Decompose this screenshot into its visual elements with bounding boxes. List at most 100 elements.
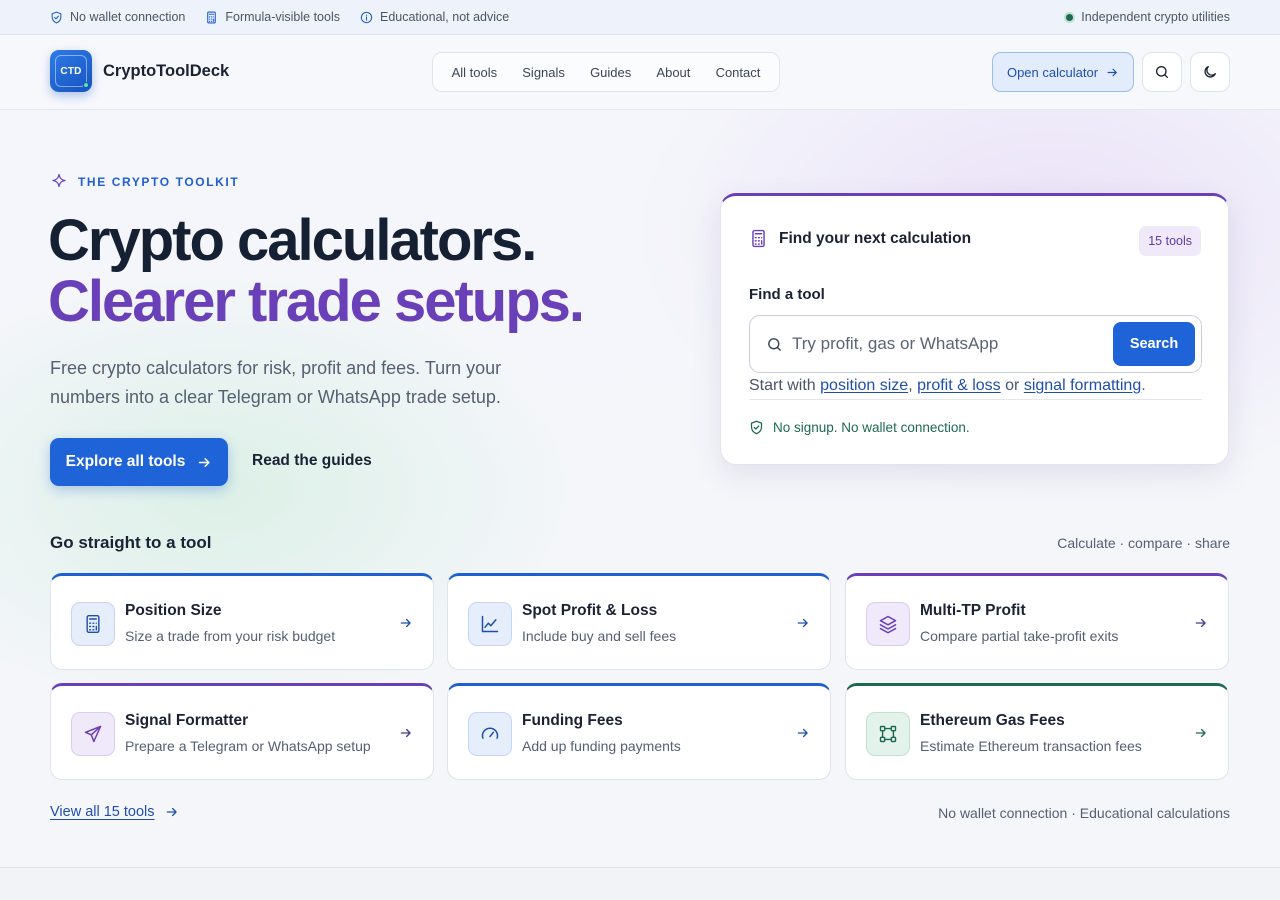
brand-name: CryptoToolDeck — [103, 61, 230, 80]
tool-search-input[interactable] — [792, 328, 1102, 360]
finder-hint: Start with position size, profit & loss … — [749, 375, 1202, 400]
line-chart-icon — [468, 602, 512, 646]
arrow-right-icon — [399, 726, 413, 740]
sparkle-icon — [50, 173, 68, 191]
strip-label: No wallet connection — [70, 10, 186, 24]
top-info-strip: No wallet connection Formula-visible too… — [0, 0, 1280, 35]
tools-section-title: Go straight to a tool — [50, 533, 212, 552]
strip-label: Educational, not advice — [379, 10, 510, 24]
open-calculator-button[interactable]: Open calculator — [992, 52, 1134, 92]
nav-signals[interactable]: Signals — [514, 59, 573, 86]
nav-all-tools[interactable]: All tools — [444, 59, 506, 86]
tool-name: Signal Formatter — [125, 712, 249, 729]
hint-end: . — [1141, 377, 1146, 394]
logo: CTD — [50, 50, 92, 92]
site-header: CTD CryptoToolDeck All tools Signals Gui… — [0, 35, 1280, 110]
shield-check-icon — [749, 420, 764, 435]
search-submit-button[interactable]: Search — [1113, 322, 1195, 366]
arrow-right-icon — [796, 726, 810, 740]
gauge-icon — [468, 712, 512, 756]
hint-link-signal-formatting[interactable]: signal formatting — [1024, 377, 1141, 394]
footer-band — [0, 867, 1280, 900]
tool-card-ethereum-gas-fees[interactable]: Ethereum Gas Fees Estimate Ethereum tran… — [845, 683, 1229, 780]
hint-link-profit-loss[interactable]: profit & loss — [917, 377, 1001, 394]
strip-independent: Independent crypto utilities — [1064, 10, 1230, 24]
strip-right-label: Independent crypto utilities — [1081, 10, 1230, 24]
search-icon — [766, 336, 783, 353]
finder-note: No signup. No wallet connection. — [749, 420, 970, 435]
arrow-right-icon — [1194, 726, 1208, 740]
calculator-icon — [205, 11, 218, 24]
tool-description: Prepare a Telegram or WhatsApp setup — [125, 738, 371, 754]
status-dot-icon — [1064, 11, 1076, 23]
main-nav: All tools Signals Guides About Contact — [432, 52, 780, 92]
arrow-right-icon — [165, 805, 179, 819]
strip-item-formula: Formula-visible tools — [205, 10, 340, 24]
tool-name: Position Size — [125, 602, 222, 619]
tool-description: Size a trade from your risk budget — [125, 628, 336, 644]
theme-toggle-button[interactable] — [1190, 52, 1230, 92]
view-all-label: View all 15 tools — [50, 804, 155, 820]
nav-about[interactable]: About — [648, 59, 698, 86]
tool-card-position-size[interactable]: Position Size Size a trade from your ris… — [50, 573, 434, 670]
tools-footnote: No wallet connection · Educational calcu… — [938, 805, 1230, 821]
read-guides-link[interactable]: Read the guides — [252, 452, 372, 470]
tool-name: Funding Fees — [522, 712, 623, 729]
hero-subtitle: Free crypto calculators for risk, profit… — [50, 358, 502, 407]
tools-tagline: Calculate · compare · share — [1057, 535, 1230, 551]
arrow-right-icon — [197, 455, 212, 470]
hero-title: Crypto calculators. Clearer trade setups… — [48, 208, 585, 334]
tool-name: Spot Profit & Loss — [522, 602, 658, 619]
shield-check-icon — [50, 11, 63, 24]
nav-contact[interactable]: Contact — [708, 59, 769, 86]
finder-note-label: No signup. No wallet connection. — [773, 420, 970, 435]
find-tool-label: Find a tool — [749, 286, 825, 303]
hero-title-line2: Clearer trade setups. — [48, 269, 585, 334]
arrow-right-icon — [1106, 66, 1119, 79]
send-icon — [71, 712, 115, 756]
search-icon — [1154, 64, 1170, 80]
search-button[interactable] — [1142, 52, 1182, 92]
tool-card-funding-fees[interactable]: Funding Fees Add up funding payments — [447, 683, 831, 780]
tool-card-multi-tp-profit[interactable]: Multi-TP Profit Compare partial take-pro… — [845, 573, 1229, 670]
explore-all-tools-button[interactable]: Explore all tools — [50, 438, 228, 486]
tool-description: Include buy and sell fees — [522, 628, 677, 644]
arrow-right-icon — [796, 616, 810, 630]
view-all-tools-link[interactable]: View all 15 tools — [50, 804, 179, 820]
finder-title: Find your next calculation — [779, 229, 972, 247]
tool-finder-card: Find your next calculation 15 tools Find… — [720, 193, 1229, 465]
hint-or: or — [1005, 377, 1020, 394]
strip-item-educational: Educational, not advice — [360, 10, 509, 24]
hint-separator: , — [908, 377, 913, 394]
tool-description: Add up funding payments — [522, 738, 681, 754]
calculator-icon — [749, 229, 768, 248]
layers-icon — [866, 602, 910, 646]
tool-search-box: Search — [749, 315, 1202, 373]
brand-home-link[interactable]: CTD CryptoToolDeck — [50, 50, 229, 92]
moon-icon — [1202, 64, 1218, 80]
tool-card-signal-formatter[interactable]: Signal Formatter Prepare a Telegram or W… — [50, 683, 434, 780]
tool-name: Multi-TP Profit — [920, 602, 1026, 619]
gas-network-icon — [866, 712, 910, 756]
strip-label: Formula-visible tools — [225, 10, 340, 24]
info-icon — [360, 11, 373, 24]
tool-card-spot-profit-loss[interactable]: Spot Profit & Loss Include buy and sell … — [447, 573, 831, 670]
tool-description: Compare partial take-profit exits — [920, 628, 1119, 644]
hero-eyebrow: THE CRYPTO TOOLKIT — [50, 173, 239, 191]
logo-status-dot — [83, 82, 89, 88]
tool-name: Ethereum Gas Fees — [920, 712, 1065, 729]
calculator-icon — [71, 602, 115, 646]
arrow-right-icon — [1194, 616, 1208, 630]
open-calculator-label: Open calculator — [1006, 64, 1099, 80]
hint-prefix: Start with — [749, 377, 816, 394]
nav-guides[interactable]: Guides — [582, 59, 639, 86]
hint-link-position-size[interactable]: position size — [820, 377, 908, 394]
logo-text: CTD — [55, 55, 87, 87]
tool-count-badge: 15 tools — [1139, 226, 1201, 256]
explore-label: Explore all tools — [65, 453, 186, 470]
strip-item-no-wallet: No wallet connection — [50, 10, 185, 24]
eyebrow-label: THE CRYPTO TOOLKIT — [78, 175, 240, 189]
arrow-right-icon — [399, 616, 413, 630]
hero-title-line1: Crypto calculators. — [48, 208, 537, 273]
tool-description: Estimate Ethereum transaction fees — [920, 738, 1142, 754]
